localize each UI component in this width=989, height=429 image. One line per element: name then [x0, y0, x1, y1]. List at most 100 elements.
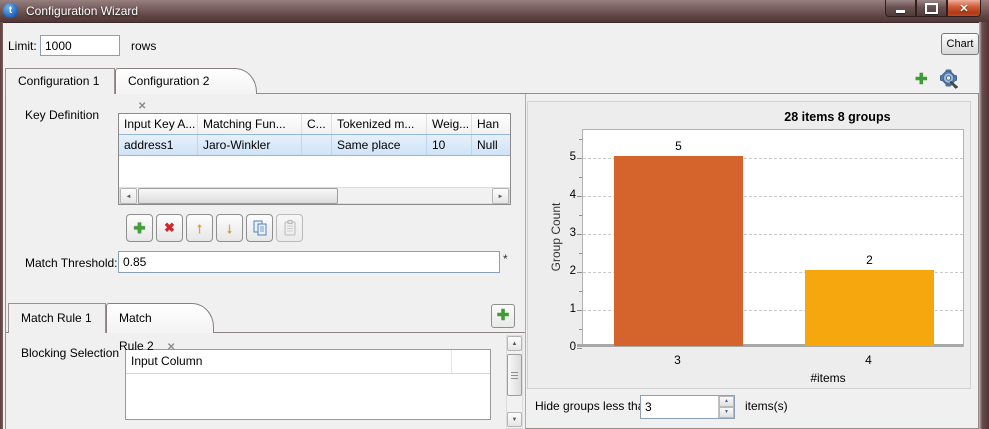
chart-title: 28 items 8 groups	[784, 110, 890, 124]
y-axis-tick	[577, 234, 582, 235]
y-axis-tick-label: 0	[552, 339, 576, 355]
delete-key-button[interactable]: ✖	[156, 214, 183, 242]
x-axis-label-text: #items	[810, 371, 845, 385]
y-axis-tick	[577, 196, 582, 197]
y-axis-tick	[577, 348, 582, 349]
paste-button	[276, 214, 303, 242]
minimize-icon	[896, 10, 905, 13]
cell-custom	[302, 135, 332, 155]
match-threshold-input[interactable]	[118, 251, 500, 273]
y-axis-minor-tick	[579, 177, 582, 178]
chart-y-tick-labels: 012345	[552, 129, 576, 347]
tab-label: Match Rule 2	[119, 311, 154, 353]
y-axis-minor-tick	[579, 215, 582, 216]
title-bar[interactable]: t Configuration Wizard ✕	[0, 0, 989, 23]
y-axis-tick-label: 1	[552, 301, 576, 317]
tab-label: Configuration 2	[128, 74, 209, 88]
table-horizontal-scrollbar[interactable]: ◄ ►	[119, 187, 510, 204]
maximize-button[interactable]	[916, 0, 947, 17]
close-tab-icon[interactable]: ✕	[138, 95, 146, 119]
scroll-down-button[interactable]: ▼	[507, 412, 522, 427]
scroll-up-button[interactable]: ▲	[507, 336, 522, 351]
tab-configuration-2[interactable]: Configuration 2 ✕	[115, 68, 257, 94]
y-axis-minor-tick	[579, 253, 582, 254]
spin-up-button[interactable]: ▲	[719, 396, 734, 407]
maximize-icon	[925, 3, 938, 14]
window-title: Configuration Wizard	[26, 4, 138, 18]
column-header[interactable]: C...	[302, 114, 332, 135]
add-configuration-icon[interactable]: ✚	[915, 70, 928, 88]
y-axis-tick-label: 3	[552, 225, 576, 241]
key-definition-label: Key Definition	[25, 108, 99, 122]
chart-plot: 52	[582, 129, 964, 347]
add-match-rule-button[interactable]: ✚	[491, 304, 515, 328]
table-row-selected[interactable]: address1 Jaro-Winkler Same place 10 Null	[119, 135, 510, 155]
limit-input[interactable]	[40, 35, 120, 56]
add-key-button[interactable]: ✚	[126, 214, 153, 242]
limit-label: Limit:	[8, 39, 37, 53]
minimize-button[interactable]	[885, 0, 916, 17]
required-marker: *	[503, 252, 508, 266]
y-axis-minor-tick	[579, 291, 582, 292]
bar-value-label: 2	[866, 253, 873, 267]
cell-matching-function: Jaro-Winkler	[198, 135, 302, 155]
chart-button[interactable]: Chart	[941, 33, 979, 55]
column-header[interactable]: Tokenized m...	[332, 114, 427, 135]
move-up-button[interactable]: ↑	[186, 214, 213, 242]
close-button[interactable]: ✕	[947, 0, 981, 17]
cell-weight: 10	[427, 135, 472, 155]
chart-bar	[614, 156, 744, 346]
x-axis-category-label: 3	[674, 353, 681, 367]
y-axis-tick-label: 2	[552, 263, 576, 279]
chart-bar	[805, 270, 935, 346]
items-label: items(s)	[745, 399, 788, 413]
configuration-wizard-window: t Configuration Wizard ✕ Limit: rows Cha…	[0, 0, 989, 429]
column-header[interactable]: Weig...	[427, 114, 472, 135]
cell-tokenized: Same place	[332, 135, 427, 155]
cell-input-key: address1	[119, 135, 198, 155]
y-axis-tick-label: 5	[552, 149, 576, 165]
rows-label: rows	[131, 39, 156, 53]
scrollbar-thumb[interactable]	[138, 188, 338, 204]
scrollbar-thumb[interactable]	[507, 354, 522, 396]
y-axis-tick	[577, 272, 582, 273]
tab-label: Match Rule 1	[21, 311, 92, 325]
chart-x-axis-label: #items	[582, 371, 964, 385]
app-icon: t	[3, 3, 18, 18]
column-header-extra[interactable]	[452, 350, 490, 373]
close-tab-icon[interactable]: ✕	[167, 334, 175, 362]
window-border-right	[979, 22, 989, 429]
bar-value-label: 5	[675, 139, 682, 153]
spin-down-button[interactable]: ▼	[719, 407, 734, 418]
panel-vertical-scrollbar[interactable]: ▲ ▼	[506, 335, 523, 429]
column-header[interactable]: Han	[472, 114, 510, 135]
y-axis-minor-tick	[579, 139, 582, 140]
hide-groups-label: Hide groups less than	[535, 399, 651, 413]
scroll-left-button[interactable]: ◄	[120, 188, 137, 204]
move-down-button[interactable]: ↓	[216, 214, 243, 242]
key-definition-table: Input Key A... Matching Fun... C... Toke…	[118, 113, 511, 205]
blocking-selection-table: Input Column	[125, 349, 491, 420]
chart-category-labels: 34	[582, 353, 964, 369]
tab-configuration-1[interactable]: Configuration 1	[5, 68, 115, 94]
tab-match-rule-1[interactable]: Match Rule 1	[8, 303, 106, 333]
x-axis-category-label: 4	[865, 353, 872, 367]
match-threshold-label: Match Threshold:	[25, 256, 118, 270]
hide-groups-input[interactable]	[641, 396, 718, 418]
copy-button[interactable]	[246, 214, 273, 242]
window-controls: ✕	[885, 0, 981, 17]
scroll-right-button[interactable]: ►	[492, 188, 509, 204]
blocking-selection-label: Blocking Selection	[21, 346, 119, 360]
y-axis-tick	[577, 310, 582, 311]
delete-icon: ✖	[164, 220, 175, 236]
configuration-settings-gear-icon[interactable]	[938, 69, 960, 89]
y-axis-tick	[577, 158, 582, 159]
close-icon: ✕	[959, 2, 968, 15]
cell-handle-null: Null	[472, 135, 510, 155]
tab-label: Configuration 1	[18, 74, 99, 88]
spinner-buttons: ▲ ▼	[718, 396, 734, 418]
column-header[interactable]: Matching Fun...	[198, 114, 302, 135]
tab-match-rule-2[interactable]: Match Rule 2 ✕	[106, 303, 214, 333]
copy-icon	[252, 220, 268, 236]
window-border-left	[0, 22, 3, 429]
